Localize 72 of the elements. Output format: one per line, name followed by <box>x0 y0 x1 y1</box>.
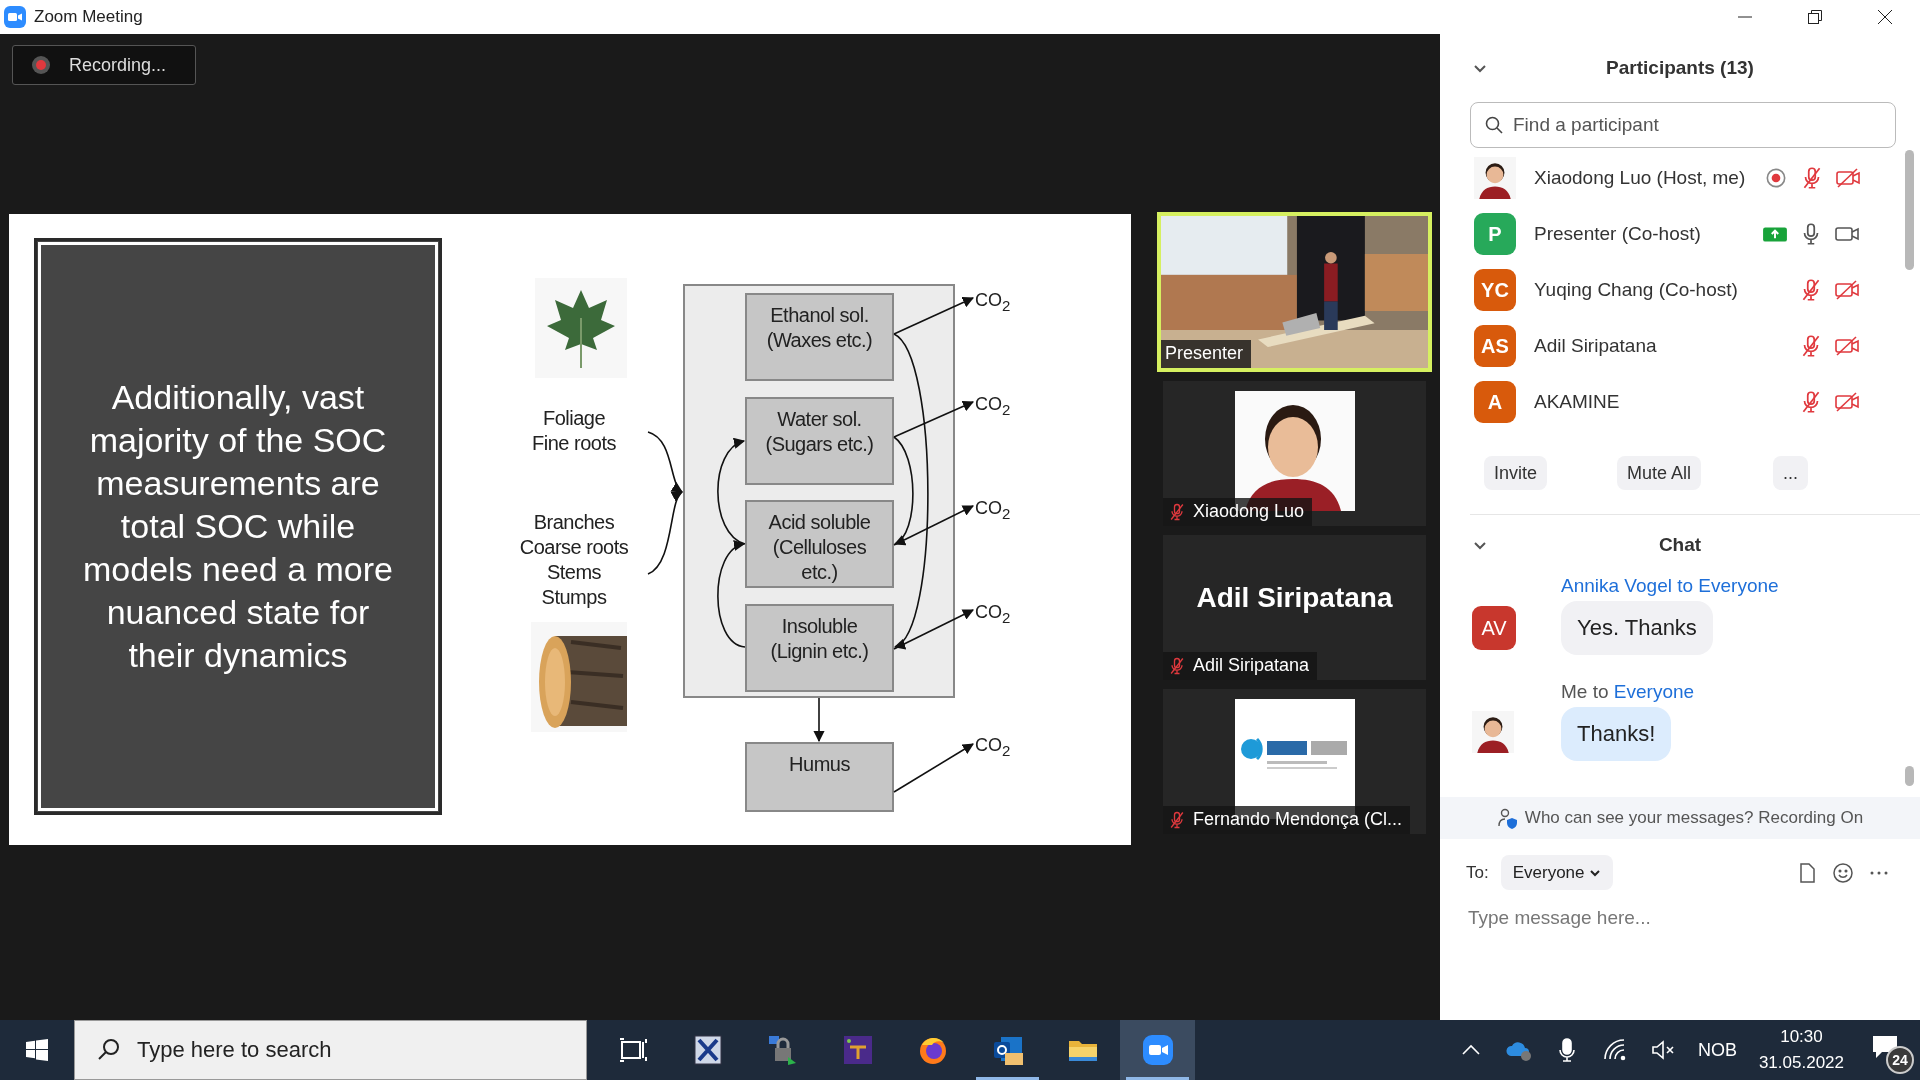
clock[interactable]: 10:30 31.05.2022 <box>1758 1024 1844 1076</box>
user-avatar: AV <box>1472 606 1516 650</box>
panel-title: Participants (13) <box>1606 57 1754 79</box>
search-field[interactable]: Find a participant <box>1470 102 1896 148</box>
name-label: Presenter <box>1165 343 1244 364</box>
taskbar-search-field[interactable]: Type here to search <box>74 1020 587 1080</box>
message-bubble: Yes. Thanks <box>1561 601 1713 655</box>
camera-off-icon[interactable] <box>1834 277 1860 303</box>
user-avatar <box>1474 157 1516 199</box>
pool-box: Humus <box>745 742 894 812</box>
video-tile[interactable]: Xiaodong Luo <box>1163 381 1426 526</box>
scrollbar[interactable] <box>1905 150 1914 270</box>
message-header: Annika Vogel to Everyone <box>1561 575 1780 597</box>
message-header: Me to Everyone <box>1561 681 1696 703</box>
language-indicator[interactable]: NOB <box>1697 1039 1737 1061</box>
recipient-label: To: <box>1466 862 1489 883</box>
message-bubble: Thanks! <box>1561 707 1672 761</box>
user-avatar: P <box>1474 213 1516 255</box>
participant-name[interactable]: AKAMINE <box>1534 391 1744 413</box>
camera-off-icon[interactable] <box>1835 165 1862 191</box>
video-tile[interactable]: Presenter <box>1157 212 1432 372</box>
camera-off-icon[interactable] <box>1834 333 1860 359</box>
video-tile[interactable]: Fernando Mendonça (Cl... <box>1163 689 1426 834</box>
windows-icon <box>25 1038 49 1062</box>
taskbar-app[interactable] <box>1120 1020 1195 1080</box>
user-avatar: YC <box>1474 269 1516 311</box>
record-icon <box>31 55 51 75</box>
window-title: Zoom Meeting <box>34 7 143 27</box>
output-label: CO$_{2}$ <box>975 602 1011 626</box>
recording-label: Recording... <box>69 54 167 76</box>
panel-title: Chat <box>1658 534 1702 556</box>
minimize-icon <box>1737 16 1753 18</box>
name-label: Adil Siripatana <box>1193 655 1310 676</box>
notification-count: 24 <box>1886 1046 1914 1074</box>
output-label: CO$_{2}$ <box>975 290 1011 314</box>
close-icon <box>1877 9 1893 25</box>
participant-name[interactable]: Yuqing Chang (Co-host) <box>1534 279 1744 301</box>
search-icon <box>1484 115 1504 135</box>
participant-name[interactable]: Presenter (Co-host) <box>1534 223 1744 245</box>
restore-icon <box>1807 9 1823 25</box>
more-button[interactable]: ... <box>1773 456 1809 490</box>
video-camera-icon[interactable] <box>1140 1033 1175 1067</box>
pool-box: Insoluble (Lignin etc.) <box>745 604 894 692</box>
pool-box: Ethanol sol. (Waxes etc.) <box>745 293 894 381</box>
participant-name[interactable]: Adil Siripatana <box>1534 335 1744 357</box>
video-tile[interactable]: Adil Siripatana Adil Siripatana <box>1163 535 1426 680</box>
slide-text: Additionally, vast majority of the SOC measurements are total SOC while models need a more nuanced state for their dynamics <box>82 377 394 676</box>
name-label: Xiaodong Luo <box>1193 501 1305 522</box>
pool-box: Acid soluble (Celluloses etc.) <box>745 500 894 588</box>
camera-off-icon[interactable] <box>1834 389 1860 415</box>
mute-all-button[interactable]: Mute All <box>1617 456 1702 490</box>
user-avatar: AS <box>1474 325 1516 367</box>
recipient-dropdown[interactable]: Everyone <box>1500 855 1613 890</box>
name-label: Fernando Mendonça (Cl... <box>1193 809 1403 830</box>
invite-button[interactable]: Invite <box>1484 456 1548 490</box>
output-label: CO$_{2}$ <box>975 735 1011 759</box>
pool-box: Water sol. (Sugars etc.) <box>745 397 894 485</box>
user-avatar <box>1472 711 1514 753</box>
emoji-icon[interactable] <box>1832 861 1854 884</box>
scrollbar[interactable] <box>1905 766 1914 786</box>
privacy-icon <box>1496 807 1519 829</box>
wifi-icon[interactable] <box>1601 1037 1628 1063</box>
user-avatar: A <box>1474 381 1516 423</box>
video-camera-icon <box>4 6 26 28</box>
output-label: CO$_{2}$ <box>975 498 1011 522</box>
message-input[interactable]: Type message here... <box>1466 906 1894 930</box>
participant-name[interactable]: Xiaodong Luo (Host, me) <box>1534 167 1746 189</box>
source-label: Foliage Fine roots <box>531 406 617 456</box>
output-label: CO$_{2}$ <box>975 394 1011 418</box>
source-label: Branches Coarse roots Stems Stumps <box>518 510 630 610</box>
participant-name: Adil Siripatana <box>1196 581 1393 614</box>
recording-indicator[interactable]: Recording... <box>12 45 196 85</box>
